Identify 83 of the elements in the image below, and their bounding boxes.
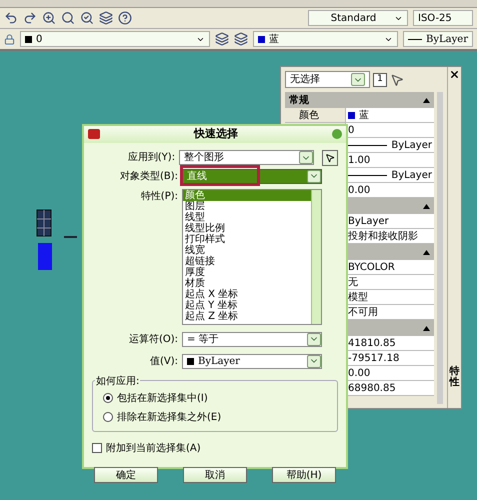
zoom-in-icon[interactable] [42, 11, 56, 25]
scrollbar[interactable] [437, 92, 443, 404]
dropdown[interactable]: ByLayer [182, 354, 322, 368]
property-value: 68980.85 [345, 381, 434, 395]
layer-dropdown[interactable]: 0 [20, 31, 210, 47]
list-item[interactable]: 起点 Y 坐标 [183, 300, 311, 310]
list-item[interactable]: 颜色 [183, 190, 311, 200]
linetype-dropdown[interactable]: ByLayer [403, 31, 473, 47]
collapse-icon[interactable] [423, 98, 430, 102]
dialog-button[interactable]: 帮助(H) [272, 466, 336, 482]
property-value: 模型 [345, 290, 434, 304]
property-value: 不可用 [345, 305, 434, 319]
list-item[interactable]: 超链接 [183, 256, 311, 266]
list-item[interactable]: 起点 X 坐标 [183, 288, 311, 300]
color-swatch [25, 36, 32, 42]
list-item[interactable]: 线型比例 [183, 222, 311, 234]
cursor-icon [325, 152, 336, 162]
list-item[interactable]: 线型 [183, 212, 311, 222]
dim-style-dropdown[interactable]: ISO-25 [413, 10, 473, 26]
field-label: 对象类型(B): [118, 170, 178, 184]
list-item[interactable]: 材质 [183, 278, 311, 288]
text-style-dropdown[interactable]: Standard [308, 10, 408, 26]
selection-dropdown[interactable]: 无选择 [285, 71, 370, 88]
list-item[interactable]: 起点 Z 坐标 [183, 310, 311, 322]
radio-option[interactable]: 排除在新选择集之外(E) [103, 410, 327, 424]
collapse-icon[interactable] [423, 326, 430, 330]
property-value: ByLayer [345, 168, 434, 182]
door-window-drawing [36, 209, 78, 271]
field-label: 值(V): [148, 354, 178, 368]
dropdown[interactable]: 直线 [182, 168, 322, 184]
field-label: 运算符(O): [128, 332, 178, 346]
color-swatch [187, 358, 194, 364]
property-value: -79517.18 [345, 351, 434, 365]
color-swatch [258, 36, 265, 42]
app-logo-icon [88, 129, 100, 140]
undo-icon[interactable] [4, 11, 18, 25]
property-value: 0.00 [345, 366, 434, 380]
dropdown[interactable]: = 等于 [182, 332, 322, 346]
property-value: 投射和接收阴影 [345, 229, 434, 243]
count-toggle[interactable]: 1 [373, 72, 387, 86]
list-item[interactable]: 线宽 [183, 244, 311, 256]
append-checkbox[interactable]: 附加到当前选择集(A) [92, 440, 338, 456]
property-value: 0.00 [345, 183, 434, 197]
property-list[interactable]: 颜色 图层 线型 线型比例 打印样式 线宽 超链接 厚度 材质 起点 X 坐标 起点 Y 坐标 起点 Z 坐标 [182, 188, 322, 324]
property-value: 1.00 [345, 153, 434, 167]
help-icon[interactable] [118, 11, 132, 25]
zoom-icon[interactable] [80, 11, 94, 25]
property-value: ByLayer [345, 214, 434, 228]
property-value: 无 [345, 275, 434, 289]
side-title: 特性 [450, 366, 460, 388]
collapse-icon[interactable] [423, 250, 430, 254]
search-icon[interactable] [61, 11, 75, 25]
dropdown[interactable]: 整个图形 [179, 150, 314, 165]
clover-icon [332, 129, 342, 140]
property-value: BYCOLOR [345, 260, 434, 274]
dialog-button[interactable]: 取消 [183, 466, 247, 482]
select-objects-icon[interactable] [390, 72, 404, 86]
list-item[interactable]: 图层 [183, 200, 311, 212]
layers-icon[interactable] [99, 11, 113, 25]
property-value: 0 [345, 123, 434, 137]
layer-icon[interactable] [234, 32, 248, 46]
list-item[interactable]: 打印样式 [183, 234, 311, 244]
property-value: 蓝 [345, 108, 434, 122]
field-label: 应用到(Y): [126, 150, 176, 165]
collapse-icon[interactable] [423, 204, 430, 208]
layer-icon[interactable] [215, 32, 229, 46]
group-title: 如何应用: [95, 374, 140, 388]
list-item[interactable]: 厚度 [183, 266, 311, 278]
color-dropdown[interactable]: 蓝 [253, 31, 398, 47]
scrollbar[interactable] [311, 190, 321, 324]
lock-icon [4, 34, 15, 44]
close-icon[interactable] [449, 69, 460, 80]
section-header[interactable]: 常规 [285, 92, 434, 108]
color-swatch [348, 112, 355, 118]
dialog-title: 快速选择 [192, 126, 239, 142]
property-value: ByLayer [345, 138, 434, 152]
field-label: 特性(P): [140, 190, 178, 204]
select-objects-button[interactable] [322, 150, 338, 166]
dialog-button[interactable]: 确定 [94, 466, 158, 482]
redo-icon[interactable] [23, 11, 37, 25]
radio-option[interactable]: 包括在新选择集中(I) [103, 390, 327, 406]
property-label: 颜色 [299, 108, 319, 122]
property-value: 41810.85 [345, 336, 434, 350]
